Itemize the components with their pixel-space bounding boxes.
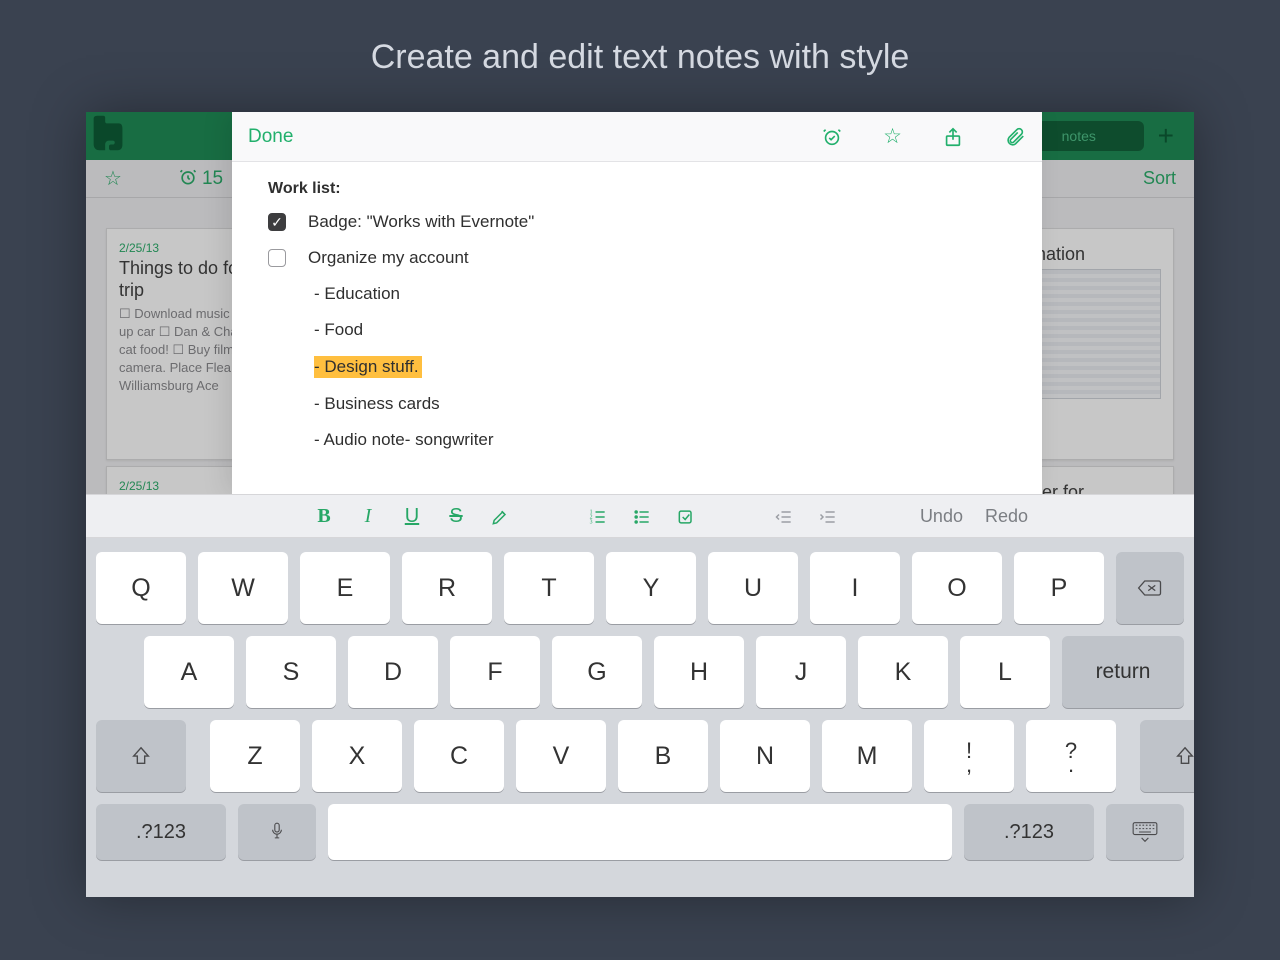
note-subitem: - Audio note- songwriter [314, 430, 1006, 450]
key-s[interactable]: S [246, 636, 336, 708]
keyboard-row: A S D F G H J K L return [96, 636, 1184, 708]
key-f[interactable]: F [450, 636, 540, 708]
note-editor-panel: Done ☆ Work list: ✓ Badge: "Works with E… [232, 112, 1042, 494]
key-y[interactable]: Y [606, 552, 696, 624]
key-shift-right[interactable] [1140, 720, 1194, 792]
key-j[interactable]: J [756, 636, 846, 708]
redo-button[interactable]: Redo [985, 506, 1028, 527]
onscreen-keyboard: Q W E R T Y U I O P A S D F G H J K L re… [86, 538, 1194, 897]
indent-icon[interactable] [806, 505, 850, 526]
keyboard-row: Q W E R T Y U I O P [96, 552, 1184, 624]
undo-button[interactable]: Undo [920, 506, 963, 527]
checkbox-list-icon[interactable] [664, 505, 708, 528]
svg-text:3: 3 [590, 520, 593, 526]
checklist-item-label: Badge: "Works with Evernote" [308, 212, 534, 232]
key-exclaim-comma[interactable]: !, [924, 720, 1014, 792]
highlight-icon[interactable] [478, 505, 522, 528]
key-p[interactable]: P [1014, 552, 1104, 624]
key-v[interactable]: V [516, 720, 606, 792]
checklist-item[interactable]: ✓ Badge: "Works with Evernote" [268, 212, 1006, 232]
key-q[interactable]: Q [96, 552, 186, 624]
key-space[interactable] [328, 804, 952, 860]
reminder-icon[interactable] [821, 126, 843, 148]
notebook-pill[interactable]: notes [1034, 121, 1144, 151]
sort-button[interactable]: Sort [1143, 168, 1176, 189]
reminder-filter-icon[interactable] [178, 167, 198, 193]
keyboard-row: Z X C V B N M !, ?. [96, 720, 1184, 792]
star-icon[interactable]: ☆ [883, 124, 902, 149]
key-z[interactable]: Z [210, 720, 300, 792]
checkbox-checked-icon[interactable]: ✓ [268, 213, 286, 231]
key-d[interactable]: D [348, 636, 438, 708]
checklist-item-label: Organize my account [308, 248, 469, 268]
key-numbers-left[interactable]: .?123 [96, 804, 226, 860]
key-c[interactable]: C [414, 720, 504, 792]
key-i[interactable]: I [810, 552, 900, 624]
key-a[interactable]: A [144, 636, 234, 708]
note-subitem: - Design stuff. [314, 356, 1006, 378]
format-toolbar: B I U S 123 [86, 494, 1194, 538]
key-e[interactable]: E [300, 552, 390, 624]
share-icon[interactable] [942, 126, 964, 148]
key-m[interactable]: M [822, 720, 912, 792]
checkbox-unchecked-icon[interactable] [268, 249, 286, 267]
attachment-icon[interactable] [1004, 126, 1026, 148]
key-l[interactable]: L [960, 636, 1050, 708]
key-question-period[interactable]: ?. [1026, 720, 1116, 792]
key-shift-left[interactable] [96, 720, 186, 792]
key-h[interactable]: H [654, 636, 744, 708]
note-subitem: - Education [314, 284, 1006, 304]
keyboard-row: .?123 .?123 [96, 804, 1184, 860]
key-t[interactable]: T [504, 552, 594, 624]
note-sublist: - Education - Food - Design stuff. - Bus… [314, 284, 1006, 450]
key-n[interactable]: N [720, 720, 810, 792]
key-o[interactable]: O [912, 552, 1002, 624]
numbered-list-icon[interactable]: 123 [576, 505, 620, 528]
italic-icon[interactable]: I [346, 505, 390, 528]
ipad-screenshot: notes + ☆ 15 Sort 2/25/13 Things to do f… [86, 112, 1194, 897]
note-heading: Work list: [268, 180, 1006, 198]
note-subitem: - Business cards [314, 394, 1006, 414]
editor-toolbar: Done ☆ [232, 112, 1042, 162]
done-button[interactable]: Done [248, 126, 293, 148]
star-filter-icon[interactable]: ☆ [104, 166, 122, 191]
key-b[interactable]: B [618, 720, 708, 792]
add-note-icon[interactable]: + [1158, 120, 1174, 152]
evernote-logo-icon [86, 112, 132, 163]
note-subitem: - Food [314, 320, 1006, 340]
key-r[interactable]: R [402, 552, 492, 624]
key-x[interactable]: X [312, 720, 402, 792]
checklist-item[interactable]: Organize my account [268, 248, 1006, 268]
marketing-headline: Create and edit text notes with style [0, 0, 1280, 77]
strikethrough-icon[interactable]: S [434, 505, 478, 528]
bold-icon[interactable]: B [302, 505, 346, 528]
highlighted-text: - Design stuff. [314, 356, 422, 378]
outdent-icon[interactable] [762, 505, 806, 526]
key-u[interactable]: U [708, 552, 798, 624]
key-backspace[interactable] [1116, 552, 1184, 624]
key-numbers-right[interactable]: .?123 [964, 804, 1094, 860]
key-return[interactable]: return [1062, 636, 1184, 708]
underline-icon[interactable]: U [390, 505, 434, 528]
note-content[interactable]: Work list: ✓ Badge: "Works with Evernote… [232, 162, 1042, 450]
key-w[interactable]: W [198, 552, 288, 624]
key-dictation[interactable] [238, 804, 316, 860]
reminder-count: 15 [202, 168, 223, 190]
key-g[interactable]: G [552, 636, 642, 708]
bullet-list-icon[interactable] [620, 505, 664, 528]
key-hide-keyboard[interactable] [1106, 804, 1184, 860]
key-k[interactable]: K [858, 636, 948, 708]
